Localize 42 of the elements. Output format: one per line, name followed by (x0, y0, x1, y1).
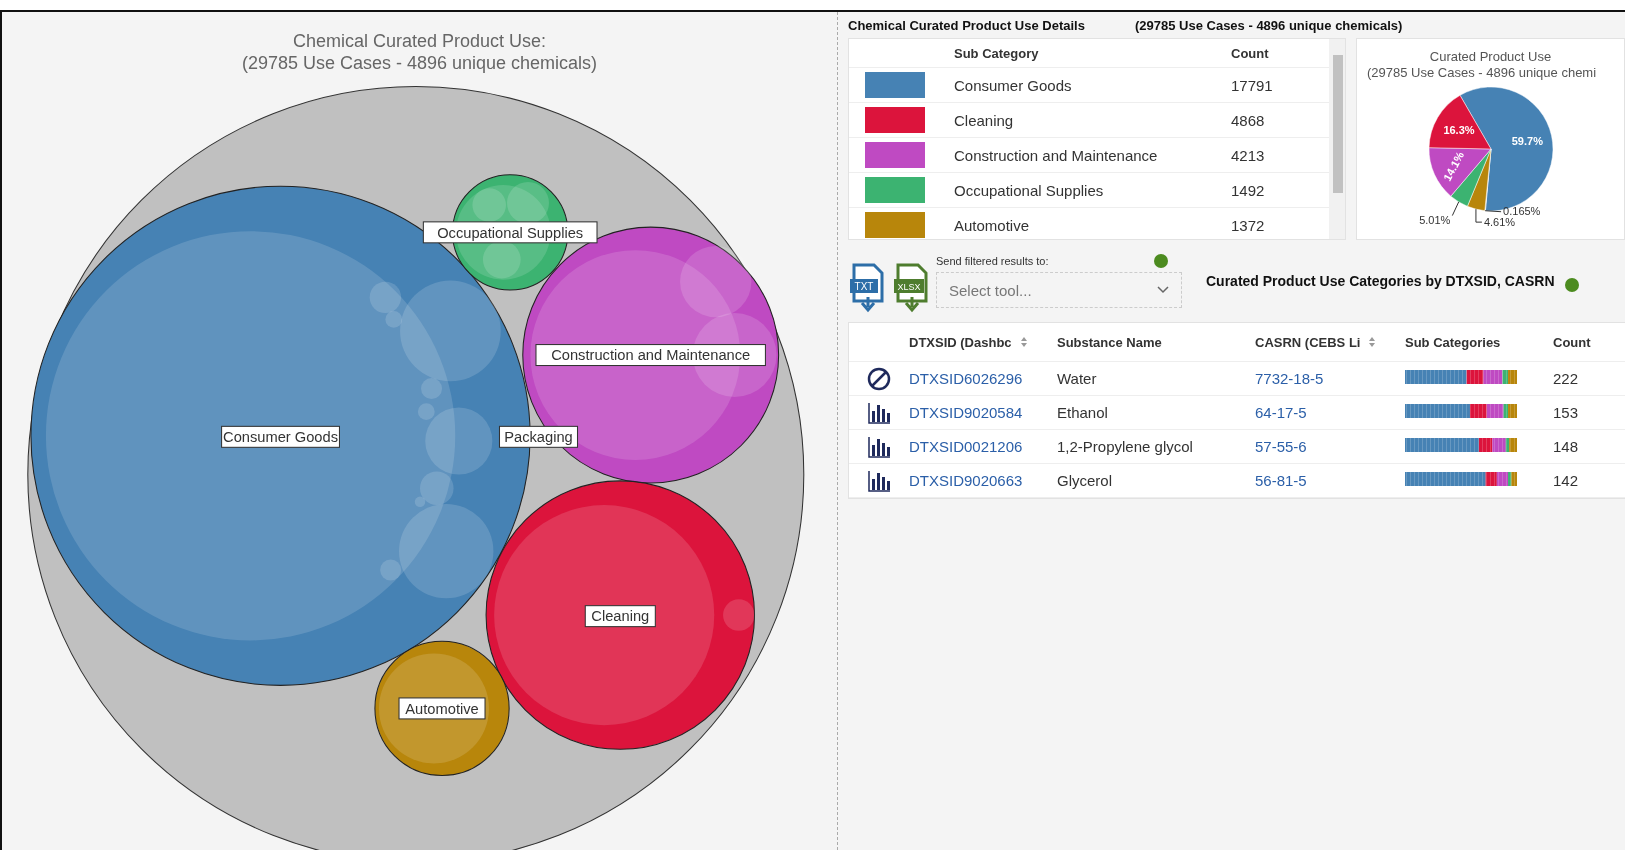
table-cell-text: Construction and Maintenance (954, 146, 1159, 164)
panel-title: Chemical Curated Product Use Details (848, 17, 1085, 33)
table-cell-text: Ethanol (1057, 404, 1109, 421)
column-header: Sub Categories (1405, 334, 1502, 350)
column-header: Sub Category (954, 45, 1040, 61)
table-cell-text: 1492 (1231, 181, 1266, 199)
bubble-label: Packaging (498, 425, 578, 448)
bubble-label: Consumer Goods (220, 425, 340, 448)
table-cell-text: Consumer Goods (954, 76, 1073, 94)
section-title: Curated Product Use Categories by DTXSID, CASRN (1206, 273, 1555, 289)
column-header: Substance Name (1057, 334, 1163, 350)
table-cell-text: Occupational Supplies (954, 181, 1105, 199)
panel-summary: (29785 Use Cases - 4896 unique chemicals) (1134, 17, 1403, 33)
table-cell-text: 1,2-Propylene glycol (1057, 438, 1194, 455)
chart-title: Chemical Curated Product Use: (292, 30, 547, 52)
value-label: 59.7% (1511, 135, 1543, 147)
column-header: Count (1231, 45, 1270, 61)
bubble-label: Occupational Supplies (422, 221, 598, 244)
table-cell-text: 4868 (1231, 111, 1266, 129)
chart-subtitle: (29785 Use Cases - 4896 unique chemi (1366, 65, 1598, 81)
table-cell-text: Cleaning (954, 111, 1015, 129)
value-label: 5.01% (1418, 213, 1450, 226)
chart-subtitle: (29785 Use Cases - 4896 unique chemicals) (241, 52, 598, 74)
value-label: 16.3% (1442, 124, 1475, 137)
bubble-label: Automotive (398, 697, 486, 720)
table-cell-text: Automotive (954, 216, 1031, 234)
column-header: Count (1553, 334, 1592, 350)
value-label: 4.61% (1483, 216, 1515, 229)
chart-title: Curated Product Use (1428, 49, 1553, 65)
value-label: 0.165% (1502, 204, 1540, 217)
table-cell-text: Glycerol (1057, 472, 1113, 489)
table-cell-text: 142 (1553, 472, 1580, 489)
table-cell-text: 4213 (1231, 146, 1266, 164)
bubble-label: Cleaning (584, 605, 656, 628)
table-cell-text: 222 (1553, 370, 1580, 387)
table-cell-text: Water (1057, 370, 1098, 387)
table-cell-text: 17791 (1231, 76, 1274, 94)
field-label: Send filtered results to: (936, 255, 1049, 267)
table-cell-text: 148 (1553, 438, 1580, 455)
table-cell-text: 153 (1553, 404, 1580, 421)
bubble-label: Construction and Maintenance (534, 344, 766, 367)
table-cell-text: 1372 (1231, 216, 1266, 234)
